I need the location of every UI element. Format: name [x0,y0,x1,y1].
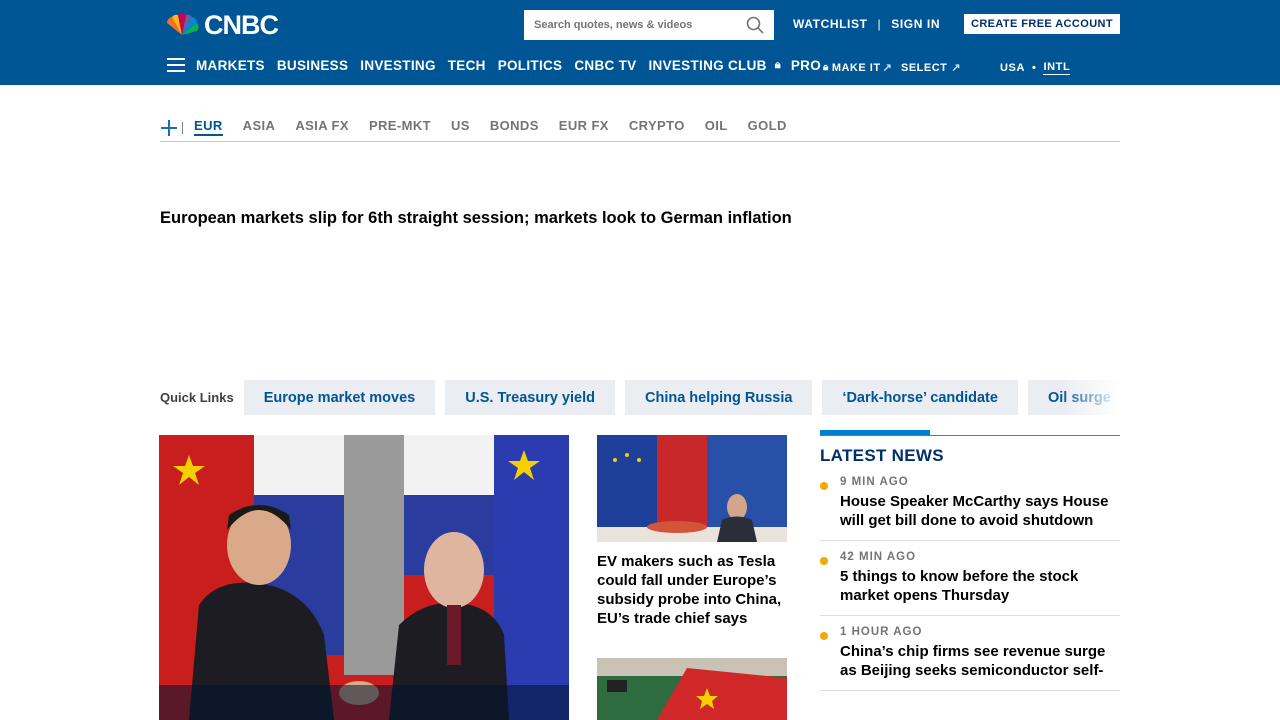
top-header: CNBC WATCHLIST | SIGN IN CREATE FREE ACC… [0,0,1280,85]
quick-link-chip[interactable]: U.S. Treasury yield [445,380,615,415]
story-thumbnail[interactable] [597,658,787,720]
bullet-icon [820,482,828,490]
bullet-icon [820,632,828,640]
nav-tech[interactable]: TECH [448,58,486,73]
peacock-icon [167,14,199,35]
lock-icon: 🔒︎ [774,59,781,71]
tab-eur-fx[interactable]: EUR FX [559,116,609,133]
fade-overlay [1060,380,1120,415]
nav-make-it[interactable]: 🔒︎ MAKE IT ↗ [823,61,893,75]
market-tabs: EUR ASIA ASIA FX PRE-MKT US BONDS EUR FX… [160,116,1120,142]
search-input[interactable] [534,19,734,31]
watchlist-link[interactable]: WATCHLIST [793,17,868,31]
tab-oil[interactable]: OIL [705,116,728,133]
news-timestamp: 9 MIN AGO [840,476,909,488]
region-switcher: USA • INTL [1000,61,1071,75]
nav-pro[interactable]: PRO [791,58,821,73]
tab-crypto[interactable]: CRYPTO [629,116,685,133]
region-usa[interactable]: USA [1000,62,1025,74]
main-nav: MARKETS BUSINESS INVESTING TECH POLITICS… [196,58,833,73]
quick-links-label: Quick Links [160,390,234,405]
nav-select[interactable]: SELECT ↗ [901,61,962,75]
tab-gold[interactable]: GOLD [748,116,787,133]
story-card[interactable] [597,658,787,720]
latest-news: LATEST NEWS 9 MIN AGO House Speaker McCa… [820,430,1120,691]
lock-icon: 🔒︎ [823,62,829,73]
news-title[interactable]: China’s chip firms see revenue surge as … [840,642,1120,680]
story-photo [597,658,787,720]
nav-politics[interactable]: POLITICS [498,58,563,73]
news-item[interactable]: 9 MIN AGO House Speaker McCarthy says Ho… [820,466,1120,541]
tab-divider [182,122,183,134]
tab-asia[interactable]: ASIA [243,116,276,133]
quick-link-chip[interactable]: Europe market moves [243,380,436,415]
latest-news-title[interactable]: LATEST NEWS [820,446,1120,466]
menu-icon[interactable] [167,58,185,74]
quick-link-chip[interactable]: ‘Dark-horse’ candidate [822,380,1018,415]
quick-links: Quick Links Europe market moves U.S. Tre… [160,380,1120,415]
tab-eur[interactable]: EUR [194,116,223,136]
nav-select-label: SELECT [901,61,948,74]
story-title[interactable]: EV makers such as Tesla could fall under… [597,552,787,628]
search-box[interactable] [524,10,774,40]
story-photo [597,435,787,542]
create-account-button[interactable]: CREATE FREE ACCOUNT [964,14,1120,34]
nav-make-it-label: MAKE IT [831,61,881,74]
bullet-icon [820,557,828,565]
tab-asia-fx[interactable]: ASIA FX [295,116,349,133]
news-title[interactable]: House Speaker McCarthy says House will g… [840,492,1120,530]
nav-markets[interactable]: MARKETS [196,58,265,73]
story-thumbnail[interactable] [597,435,787,542]
external-link-icon: ↗ [951,62,962,74]
news-item[interactable]: 42 MIN AGO 5 things to know before the s… [820,541,1120,616]
accent-bar [820,430,930,435]
story-card[interactable]: EV makers such as Tesla could fall under… [597,435,787,628]
cnbc-logo[interactable]: CNBC [164,9,279,40]
feature-photo [159,435,569,720]
nav-investing[interactable]: INVESTING [360,58,435,73]
region-intl[interactable]: INTL [1043,61,1071,75]
tab-pre-mkt[interactable]: PRE-MKT [369,116,431,133]
news-item[interactable]: 1 HOUR AGO China’s chip firms see revenu… [820,616,1120,691]
news-timestamp: 42 MIN AGO [840,551,917,563]
account-links: WATCHLIST | SIGN IN [793,17,940,31]
tab-us[interactable]: US [451,116,470,133]
market-headline[interactable]: European markets slip for 6th straight s… [160,209,792,228]
divider: | [877,17,882,31]
nav-investing-club-label: INVESTING CLUB [648,58,767,73]
nav-investing-club[interactable]: INVESTING CLUB 🔒︎ [648,58,784,73]
region-dot: • [1032,62,1037,74]
feature-story-image[interactable] [159,435,569,720]
nav-business[interactable]: BUSINESS [277,58,348,73]
news-timestamp: 1 HOUR AGO [840,626,923,638]
quick-link-chip[interactable]: China helping Russia [624,380,813,415]
section-divider [820,430,1120,436]
sign-in-link[interactable]: SIGN IN [891,17,940,31]
tab-bonds[interactable]: BONDS [490,116,539,133]
nav-cnbc-tv[interactable]: CNBC TV [574,58,636,73]
news-title[interactable]: 5 things to know before the stock market… [840,567,1120,605]
search-icon[interactable] [746,16,764,34]
add-icon[interactable] [160,119,178,137]
external-link-icon: ↗ [882,62,893,74]
logo-text: CNBC [204,9,279,40]
